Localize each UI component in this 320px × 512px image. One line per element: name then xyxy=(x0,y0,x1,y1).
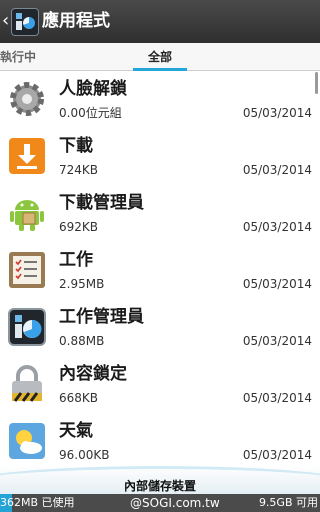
scrollbar[interactable] xyxy=(315,72,318,94)
list-item[interactable]: 下載管理員 692KB 05/03/2014 xyxy=(0,185,320,243)
list-item[interactable]: 下載 724KB 05/03/2014 xyxy=(0,128,320,186)
storage-free: 9.5GB 可用 xyxy=(258,496,318,509)
app-size: 724KB xyxy=(59,163,99,177)
app-date: 05/03/2014 xyxy=(242,391,312,405)
padlock-icon xyxy=(7,364,47,404)
app-size: 96.00KB xyxy=(59,448,110,462)
list-item[interactable]: 人臉解鎖 0.00位元組 05/03/2014 xyxy=(0,71,320,129)
page-title: 應用程式 xyxy=(42,11,110,31)
app-date: 05/03/2014 xyxy=(242,334,312,348)
app-date: 05/03/2014 xyxy=(242,277,312,291)
app-manager-icon[interactable] xyxy=(11,8,39,36)
storage-bar: 362MB 已使用 @SOGI.com.tw 9.5GB 可用 xyxy=(0,494,320,512)
app-name: 工作管理員 xyxy=(59,307,144,327)
app-size: 0.00位元組 xyxy=(59,106,122,120)
title-bar: ‹ 應用程式 xyxy=(0,0,320,43)
app-size: 692KB xyxy=(59,220,99,234)
app-size: 668KB xyxy=(59,391,99,405)
list-item[interactable]: 內容鎖定 668KB 05/03/2014 xyxy=(0,356,320,414)
app-name: 工作 xyxy=(59,250,93,270)
app-size: 0.88MB xyxy=(59,334,105,348)
weather-icon xyxy=(7,421,47,461)
app-name: 下載 xyxy=(59,136,93,156)
tab-all[interactable]: 全部 xyxy=(148,50,172,64)
app-list[interactable]: 人臉解鎖 0.00位元組 05/03/2014 下載 724KB 05/03/2… xyxy=(0,71,320,466)
storage-label: 內部儲存裝置 xyxy=(123,479,196,493)
storage-panel: 內部儲存裝置 362MB 已使用 @SOGI.com.tw 9.5GB 可用 xyxy=(0,466,320,512)
watermark: @SOGI.com.tw xyxy=(130,496,220,510)
list-item[interactable]: 工作管理員 0.88MB 05/03/2014 xyxy=(0,299,320,357)
gear-icon xyxy=(7,79,47,119)
list-item[interactable]: 工作 2.95MB 05/03/2014 xyxy=(0,242,320,300)
tab-bar: 執行中 全部 xyxy=(0,43,320,71)
app-date: 05/03/2014 xyxy=(242,448,312,462)
app-name: 內容鎖定 xyxy=(59,364,127,384)
app-date: 05/03/2014 xyxy=(242,220,312,234)
storage-used: 362MB 已使用 xyxy=(0,496,75,509)
download-icon xyxy=(7,136,47,176)
tab-running[interactable]: 執行中 xyxy=(0,50,36,64)
list-item[interactable]: 天氣 96.00KB 05/03/2014 xyxy=(0,413,320,466)
app-size: 2.95MB xyxy=(59,277,105,291)
android-icon xyxy=(7,193,47,233)
app-name: 下載管理員 xyxy=(59,193,144,213)
app-name: 人臉解鎖 xyxy=(59,79,127,99)
task-list-icon xyxy=(7,250,47,290)
task-manager-icon xyxy=(7,307,47,347)
app-date: 05/03/2014 xyxy=(242,106,312,120)
app-name: 天氣 xyxy=(59,421,93,441)
app-date: 05/03/2014 xyxy=(242,163,312,177)
